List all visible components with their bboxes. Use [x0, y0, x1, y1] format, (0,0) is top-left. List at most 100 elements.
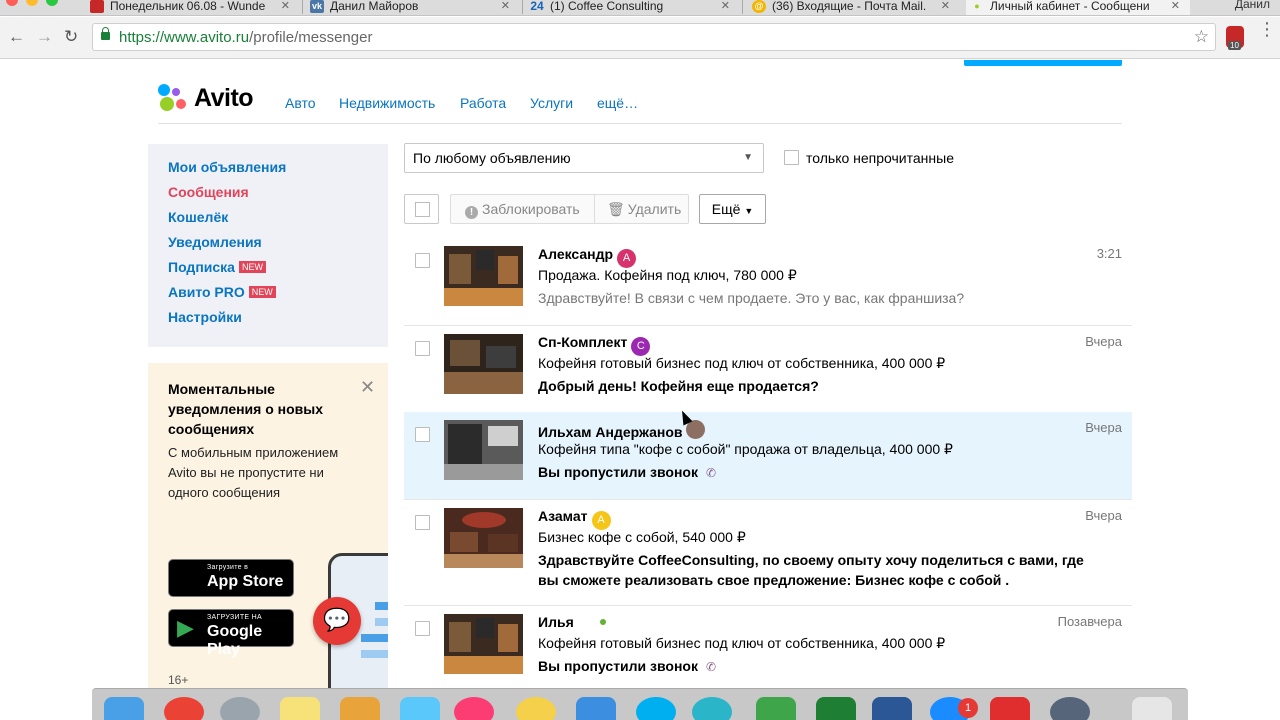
excel-icon[interactable] — [816, 697, 856, 720]
header-divider — [158, 123, 1122, 124]
window-controls — [6, 0, 58, 6]
disk-utility-icon[interactable] — [692, 697, 732, 720]
sidebar-item-avito-pro[interactable]: Авито PRO NEW — [168, 284, 276, 300]
sidebar: Мои объявления Сообщения Кошелёк Уведомл… — [148, 144, 388, 347]
row-checkbox[interactable] — [415, 621, 430, 636]
unread-only-checkbox[interactable] — [784, 150, 799, 165]
ad-thumbnail[interactable] — [444, 246, 523, 306]
tab-close-icon[interactable]: ✕ — [281, 0, 290, 12]
ad-title[interactable]: Бизнес кофе с собой, 540 000 ₽ — [538, 529, 746, 546]
message-preview: Здравствуйте CoffeeConsulting, по своему… — [538, 552, 1084, 588]
ad-thumbnail[interactable] — [444, 420, 523, 480]
top-action-button[interactable] — [964, 60, 1122, 66]
ad-filter-select[interactable]: По любому объявлению ▼ — [404, 143, 764, 173]
sidebar-item-subscription[interactable]: Подписка NEW — [168, 259, 266, 275]
block-icon: ! — [465, 206, 478, 219]
message-row[interactable]: Илья Позавчера Кофейня готовый бизнес по… — [404, 606, 1132, 688]
bookmark-star-icon[interactable]: ☆ — [1194, 27, 1209, 47]
close-icon[interactable]: ✕ — [360, 377, 375, 398]
ad-thumbnail[interactable] — [444, 614, 523, 674]
browser-tab-mail[interactable]: @ (36) Входящие - Почта Mail. ✕ — [748, 0, 960, 15]
url-text[interactable]: https://www.avito.ru/profile/messenger — [119, 29, 372, 46]
more-actions-button[interactable]: Ещё ▼ — [699, 194, 766, 224]
launchpad-icon[interactable] — [220, 697, 260, 720]
back-arrow-icon[interactable]: ← — [8, 27, 25, 47]
block-button[interactable]: ! Заблокировать — [465, 195, 580, 223]
ad-thumbnail[interactable] — [444, 508, 523, 568]
close-window-button[interactable] — [6, 0, 18, 6]
logo-dot-icon — [172, 88, 180, 96]
forward-arrow-icon[interactable]: → — [36, 27, 53, 47]
extension-icon[interactable]: 10 — [1226, 26, 1244, 50]
browser-menu-icon[interactable]: ⋮ — [1258, 20, 1276, 38]
browser-tab-avito[interactable]: ● Личный кабинет - Сообщени ✕ — [966, 0, 1190, 15]
unread-only-label[interactable]: только непрочитанные — [806, 150, 954, 166]
ad-title[interactable]: Кофейня готовый бизнес под ключ от собст… — [538, 355, 945, 372]
reload-icon[interactable]: ↻ — [64, 27, 78, 47]
sidebar-item-notifications[interactable]: Уведомления — [168, 234, 262, 250]
row-checkbox[interactable] — [415, 515, 430, 530]
word-icon[interactable] — [872, 697, 912, 720]
message-time: Позавчера — [1057, 614, 1122, 629]
promo-text: С мобильным приложением Avito вы не проп… — [168, 445, 339, 500]
browser-user-name[interactable]: Данил — [1235, 0, 1270, 11]
tab-close-icon[interactable]: ✕ — [1171, 0, 1180, 12]
tab-close-icon[interactable]: ✕ — [941, 0, 950, 12]
delete-button[interactable]: 🗑 Удалить — [607, 195, 681, 223]
message-row[interactable]: Ильхам Андержанов Вчера Кофейня типа "ко… — [404, 412, 1132, 500]
numbers-icon[interactable] — [400, 697, 440, 720]
pages-icon[interactable] — [340, 697, 380, 720]
sender-name[interactable]: Сп-Комплект С — [538, 334, 651, 356]
tab-title: (36) Входящие - Почта Mail. — [772, 0, 927, 13]
sidebar-item-settings[interactable]: Настройки — [168, 309, 242, 325]
skype-icon[interactable] — [636, 697, 676, 720]
ad-title[interactable]: Кофейня готовый бизнес под ключ от собст… — [538, 635, 945, 652]
maximize-window-button[interactable] — [46, 0, 58, 6]
browser-tab-wunderlist[interactable]: Понедельник 06.08 - Wunde ✕ — [86, 0, 300, 15]
row-checkbox[interactable] — [415, 427, 430, 442]
message-preview: Здравствуйте! В связи с чем продаете. Эт… — [538, 290, 965, 306]
browser-tab-coffee-consulting[interactable]: 24 (1) Coffee Consulting ✕ — [526, 0, 740, 15]
tab-close-icon[interactable]: ✕ — [501, 0, 510, 12]
nav-link-more[interactable]: ещё… — [597, 95, 638, 111]
sender-name[interactable]: Ильхам Андержанов — [538, 420, 706, 440]
ad-thumbnail[interactable] — [444, 334, 523, 394]
message-row[interactable]: Азамат А Вчера Бизнес кофе с собой, 540 0… — [404, 500, 1132, 606]
screen-sharing-icon[interactable] — [1050, 697, 1090, 720]
new-badge: NEW — [248, 286, 276, 298]
finder-icon[interactable] — [104, 697, 144, 720]
tab-close-icon[interactable]: ✕ — [721, 0, 730, 12]
sender-name[interactable]: Илья — [538, 614, 606, 630]
chrome-icon[interactable] — [164, 697, 204, 720]
row-checkbox[interactable] — [415, 341, 430, 356]
ad-title[interactable]: Кофейня типа "кофе с собой" продажа от в… — [538, 441, 953, 458]
evernote-icon[interactable] — [756, 697, 796, 720]
sender-name[interactable]: Азамат А — [538, 508, 611, 530]
ad-title[interactable]: Продажа. Кофейня под ключ, 780 000 ₽ — [538, 267, 797, 284]
google-play-button[interactable]: ▶ ЗАГРУЗИТЕ НА Google Play — [168, 609, 294, 658]
sidebar-item-messages[interactable]: Сообщения — [168, 184, 249, 200]
nav-link-services[interactable]: Услуги — [530, 95, 573, 111]
wunderlist-dock-icon[interactable] — [990, 697, 1030, 720]
nav-link-realty[interactable]: Недвижимость — [339, 95, 435, 111]
nav-link-auto[interactable]: Авто — [285, 95, 316, 111]
address-bar[interactable]: https://www.avito.ru/profile/messenger ☆ — [92, 23, 1216, 51]
keynote-icon[interactable] — [576, 697, 616, 720]
message-row[interactable]: Александр А 3:21 Продажа. Кофейня под клю… — [404, 238, 1132, 326]
sidebar-item-my-ads[interactable]: Мои объявления — [168, 159, 286, 175]
browser-tab-vk[interactable]: vk Данил Майоров ✕ — [306, 0, 520, 15]
sidebar-item-wallet[interactable]: Кошелёк — [168, 209, 228, 225]
trash-icon[interactable] — [1132, 697, 1172, 720]
itunes-icon[interactable] — [454, 697, 494, 720]
select-all-checkbox[interactable] — [404, 194, 439, 224]
app-store-button[interactable]: Загрузите в App Store — [168, 559, 294, 597]
row-checkbox[interactable] — [415, 253, 430, 268]
nav-link-jobs[interactable]: Работа — [460, 95, 506, 111]
photos-icon[interactable] — [516, 697, 556, 720]
logo-dot-icon — [158, 84, 170, 96]
minimize-window-button[interactable] — [26, 0, 38, 6]
avatar: С — [631, 337, 651, 356]
sender-name[interactable]: Александр А — [538, 246, 637, 268]
message-row[interactable]: Сп-Комплект С Вчера Кофейня готовый бизне… — [404, 326, 1132, 414]
notes-icon[interactable] — [280, 697, 320, 720]
